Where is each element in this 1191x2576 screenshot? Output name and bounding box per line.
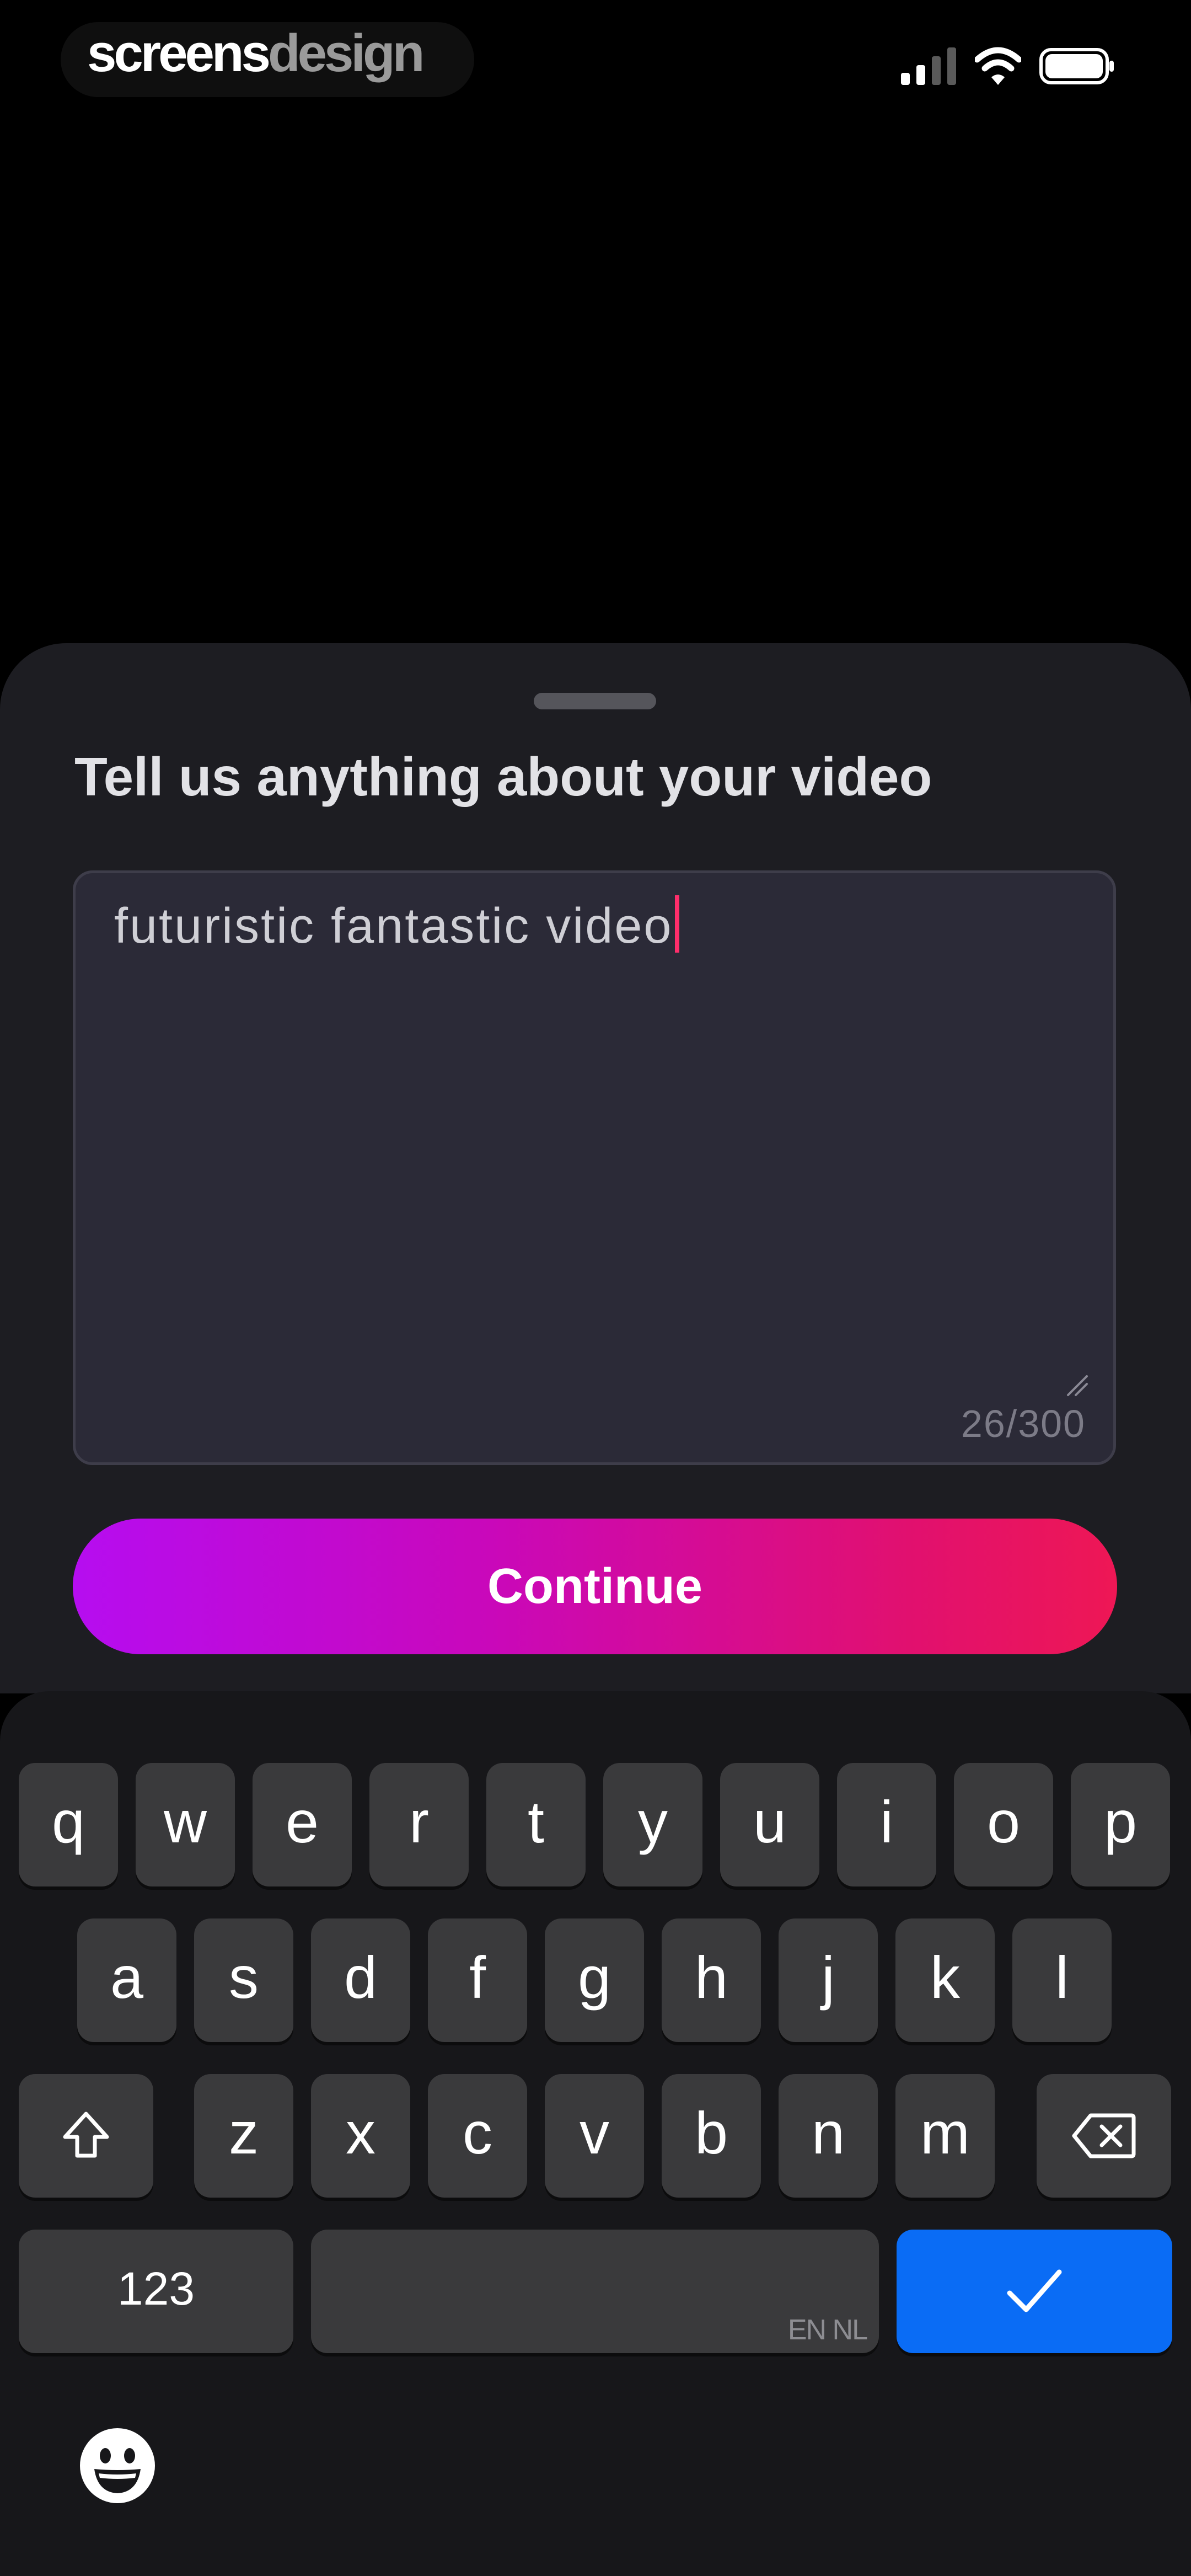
sheet-title: Tell us anything about your video [74, 746, 932, 807]
brand-logo: screensdesign [87, 23, 425, 84]
checkmark-icon [1007, 2269, 1062, 2312]
shift-key[interactable] [19, 2074, 153, 2198]
key-c[interactable]: c [428, 2074, 527, 2198]
emoji-icon[interactable] [79, 2427, 156, 2504]
done-key[interactable] [897, 2230, 1172, 2353]
key-b[interactable]: b [662, 2074, 761, 2198]
key-v[interactable]: v [545, 2074, 644, 2198]
character-counter: 26/300 [961, 1402, 1086, 1445]
key-f[interactable]: f [428, 1918, 527, 2042]
key-o[interactable]: o [954, 1763, 1053, 1886]
wifi-icon [975, 47, 1021, 85]
key-y[interactable]: y [603, 1763, 702, 1886]
status-bar: screensdesign [0, 0, 1191, 105]
key-p[interactable]: p [1071, 1763, 1170, 1886]
numbers-key[interactable]: 123 [19, 2230, 293, 2353]
key-u[interactable]: u [720, 1763, 819, 1886]
video-description-textarea[interactable]: futuristic fantastic video 26/300 [73, 870, 1116, 1465]
brand-secondary: design [267, 24, 425, 83]
text-caret [675, 895, 680, 953]
key-g[interactable]: g [545, 1918, 644, 2042]
key-q[interactable]: q [19, 1763, 118, 1886]
key-t[interactable]: t [486, 1763, 586, 1886]
key-w[interactable]: w [136, 1763, 235, 1886]
brand-primary: screens [87, 24, 271, 83]
key-i[interactable]: i [837, 1763, 936, 1886]
continue-button[interactable]: Continue [73, 1519, 1117, 1654]
key-j[interactable]: j [779, 1918, 878, 2042]
key-s[interactable]: s [194, 1918, 293, 2042]
key-a[interactable]: a [77, 1918, 176, 2042]
key-d[interactable]: d [311, 1918, 410, 2042]
key-x[interactable]: x [311, 2074, 410, 2198]
backspace-icon [1072, 2113, 1136, 2158]
sheet-drag-handle[interactable] [534, 693, 656, 709]
cellular-signal-icon [901, 47, 956, 85]
space-key[interactable]: EN NL [311, 2230, 879, 2353]
battery-icon [1039, 48, 1114, 84]
language-hint: EN NL [787, 2314, 868, 2346]
shift-icon [63, 2112, 109, 2158]
key-h[interactable]: h [662, 1918, 761, 2042]
key-l[interactable]: l [1012, 1918, 1112, 2042]
backspace-key[interactable] [1037, 2074, 1171, 2198]
resize-handle-icon[interactable] [1065, 1373, 1089, 1397]
textarea-value-text: futuristic fantastic video [114, 899, 673, 954]
key-m[interactable]: m [895, 2074, 995, 2198]
key-r[interactable]: r [369, 1763, 469, 1886]
textarea-value: futuristic fantastic video [114, 895, 680, 956]
key-k[interactable]: k [895, 1918, 995, 2042]
key-e[interactable]: e [253, 1763, 352, 1886]
key-z[interactable]: z [194, 2074, 293, 2198]
key-n[interactable]: n [779, 2074, 878, 2198]
